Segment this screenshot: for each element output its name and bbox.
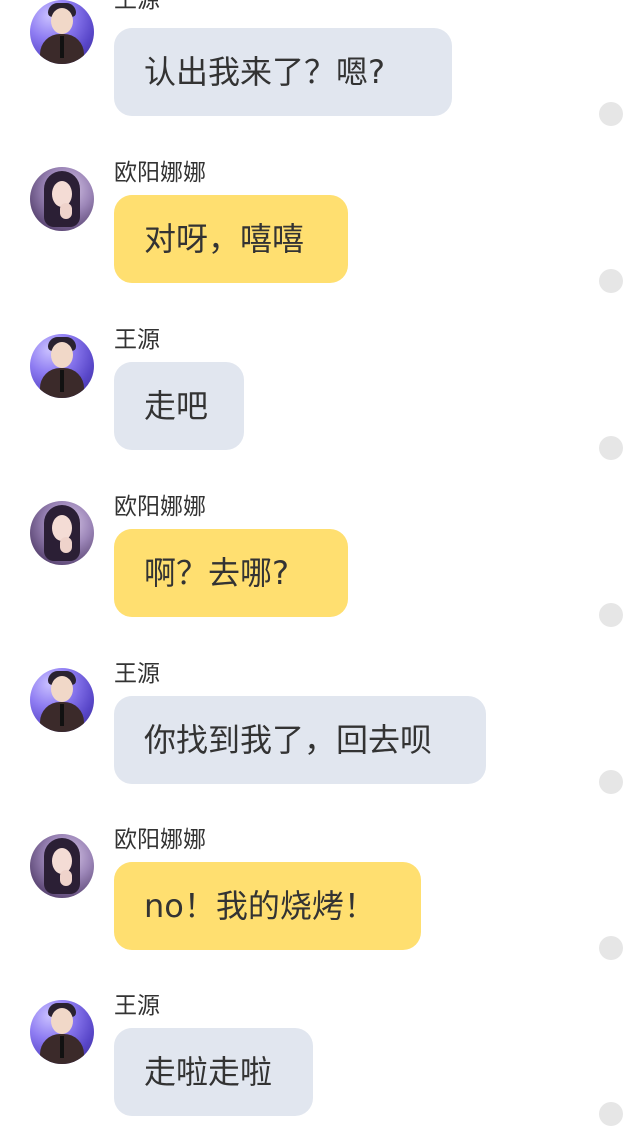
sender-name: 欧阳娜娜 [114,827,206,853]
avatar[interactable] [30,501,94,565]
message-status-dot [599,269,623,293]
avatar[interactable] [30,834,94,898]
avatar[interactable] [30,334,94,398]
message-bubble[interactable]: 走吧 [114,362,244,450]
sender-name: 欧阳娜娜 [114,160,206,186]
sender-name: 王源 [114,327,160,353]
chat-message: 王源 走啦走啦 [0,992,640,1142]
chat-message: 王源 认出我来了？嗯? [0,0,640,142]
chat-message: 王源 走吧 [0,326,640,476]
chat-message: 王源 你找到我了，回去呗 [0,660,640,810]
message-status-dot [599,436,623,460]
sender-name: 王源 [114,993,160,1019]
message-status-dot [599,770,623,794]
message-status-dot [599,1102,623,1126]
avatar[interactable] [30,0,94,64]
message-bubble[interactable]: 啊？去哪? [114,529,348,617]
message-status-dot [599,603,623,627]
message-bubble[interactable]: 你找到我了，回去呗 [114,696,486,784]
chat-message: 欧阳娜娜 对呀，嘻嘻 [0,159,640,309]
avatar[interactable] [30,668,94,732]
chat-message: 欧阳娜娜 no！我的烧烤！ [0,826,640,976]
chat-thread[interactable]: 王源 认出我来了？嗯? 欧阳娜娜 对呀，嘻嘻 王源 走吧 欧阳娜娜 啊？去哪? [0,0,640,1136]
avatar[interactable] [30,167,94,231]
message-bubble[interactable]: 对呀，嘻嘻 [114,195,348,283]
message-bubble[interactable]: 走啦走啦 [114,1028,313,1116]
message-status-dot [599,102,623,126]
message-status-dot [599,936,623,960]
chat-message: 欧阳娜娜 啊？去哪? [0,493,640,643]
sender-name: 王源 [114,661,160,687]
sender-name: 欧阳娜娜 [114,494,206,520]
sender-name: 王源 [114,0,160,13]
message-bubble[interactable]: 认出我来了？嗯? [114,28,452,116]
message-bubble[interactable]: no！我的烧烤！ [114,862,421,950]
avatar[interactable] [30,1000,94,1064]
